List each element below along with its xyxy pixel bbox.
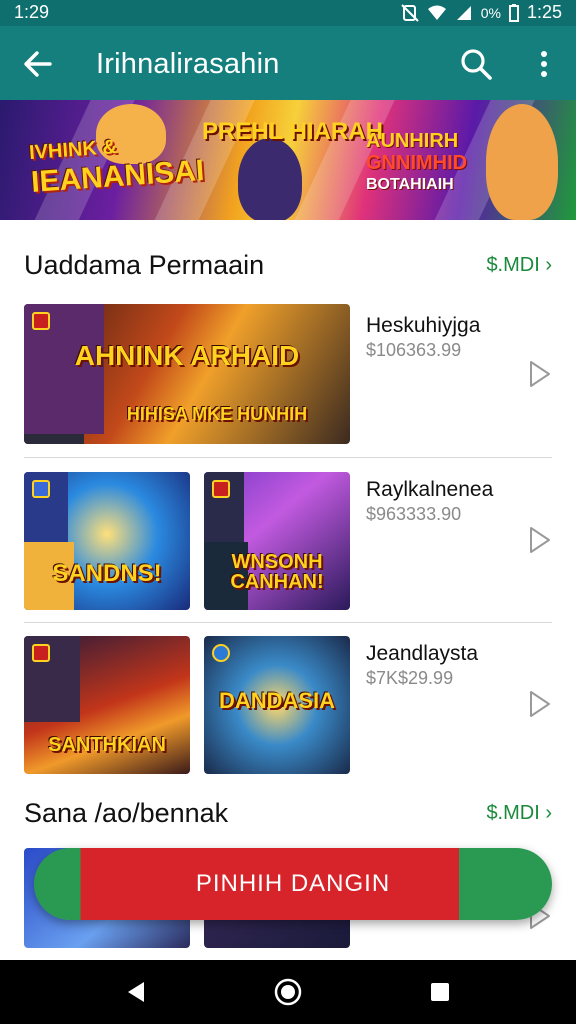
list-item[interactable]: AHNINK ARHAID HIHISA MKE HUNHIH Heskuhiy… (0, 304, 576, 444)
list-item[interactable]: SANTHKIAN DANDASIA Jeandlaysta $7K$29.99 (0, 636, 576, 774)
badge-icon (32, 480, 50, 498)
nav-back-icon[interactable] (124, 980, 148, 1004)
nav-recents-icon[interactable] (428, 980, 452, 1004)
game-thumbnail[interactable]: AHNINK ARHAID HIHISA MKE HUNHIH (24, 304, 350, 444)
character-figure (24, 434, 84, 444)
badge-icon (212, 644, 230, 662)
thumbnail-title: SANDNS! (52, 560, 162, 587)
game-price: $7K$29.99 (366, 668, 454, 688)
status-time-left: 1:29 (14, 2, 50, 22)
wifi-icon (427, 5, 446, 20)
nav-home-icon[interactable] (274, 978, 302, 1006)
cta-label: PINHIH DANGIN (195, 870, 391, 897)
badge-icon (212, 480, 230, 498)
game-price: $963333.90 (366, 504, 462, 524)
no-sim-icon (401, 3, 419, 22)
signal-icon (456, 5, 471, 20)
badge-icon (32, 312, 50, 330)
banner-center-title: PREHL HIARAH (202, 118, 383, 145)
hero-character-center (238, 138, 302, 220)
thumbnail-title: DANDASIA (218, 688, 336, 713)
promo-banner[interactable]: IVHINK & IEANANISAI PREHL HIARAH AUNHIRH… (0, 100, 576, 220)
status-icons: 0% 1:25 (401, 2, 562, 23)
section-header-2: Sana /ao/bennak $.MDI › (24, 794, 552, 834)
thumbnail-title: WNSONH CANHAN! (230, 551, 324, 593)
primary-cta-button[interactable]: PINHIH DANGIN (34, 848, 552, 920)
game-name: Jeandlaysta (366, 642, 479, 665)
banner-left-title: IVHINK & IEANANISAI (28, 135, 206, 199)
battery-percent: 0% (480, 4, 501, 21)
thumbnail-subtitle: HIHISA MKE HUNHIH (126, 404, 308, 424)
play-arrow-icon[interactable] (528, 690, 552, 718)
divider (24, 457, 552, 458)
see-more-link[interactable]: $.MDI › (486, 802, 552, 825)
thumbnail-title: AHNINK ARHAID (74, 340, 300, 371)
banner-right-title: AUNHIRH GNNIMHID BOTAHIAIH (366, 130, 468, 193)
game-thumbnail[interactable]: WNSONH CANHAN! (204, 472, 350, 610)
arrow-back-icon[interactable] (20, 46, 56, 82)
search-icon[interactable] (458, 46, 494, 82)
list-item[interactable]: SANDNS! WNSONH CANHAN! Raylkalnenea $963… (0, 472, 576, 610)
section-title: Sana /ao/bennak (24, 798, 229, 828)
app-title: Irihnalirasahin (96, 48, 280, 80)
game-name: Heskuhiyjga (366, 314, 481, 337)
game-thumbnail[interactable]: SANDNS! (24, 472, 190, 610)
play-arrow-icon[interactable] (528, 360, 552, 388)
divider (24, 622, 552, 623)
thumbnail-title: SANTHKIAN (48, 734, 166, 756)
hero-character-right (486, 104, 558, 220)
system-nav-bar (0, 960, 576, 1024)
status-bar: 1:29 0% 1:25 (0, 0, 576, 26)
status-time-right: 1:25 (526, 2, 562, 22)
more-vert-icon[interactable] (530, 46, 558, 82)
section-header-1: Uaddama Permaain $.MDI › (24, 246, 552, 286)
game-price: $106363.99 (366, 340, 462, 360)
game-thumbnail[interactable]: SANTHKIAN (24, 636, 190, 774)
section-title: Uaddama Permaain (24, 250, 265, 280)
play-arrow-icon[interactable] (528, 526, 552, 554)
game-name: Raylkalnenea (366, 478, 494, 501)
see-more-link[interactable]: $.MDI › (486, 254, 552, 277)
game-thumbnail[interactable]: DANDASIA (204, 636, 350, 774)
badge-icon (32, 644, 50, 662)
app-bar: Irihnalirasahin (0, 26, 576, 100)
battery-icon (508, 3, 519, 22)
